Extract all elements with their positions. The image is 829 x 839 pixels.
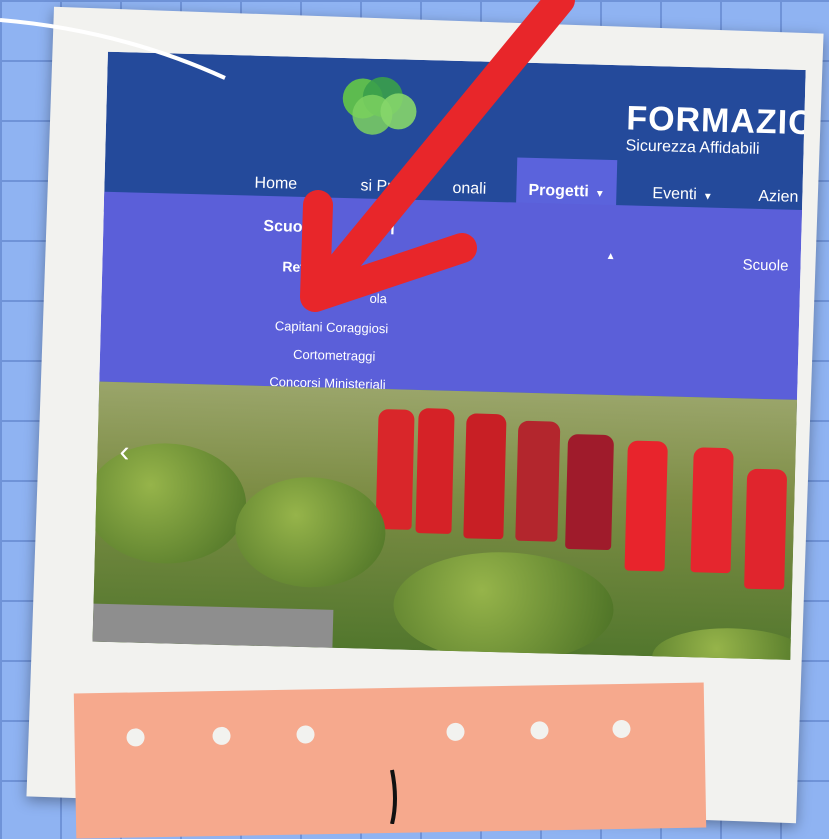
dropdown-link-capitani-coraggiosi[interactable]: Capitani Coraggiosi — [275, 318, 389, 336]
dropdown-subheading-rete: Rete — [282, 258, 313, 276]
tape-hole — [296, 725, 315, 744]
path-strip — [92, 603, 334, 648]
caret-up-icon: ▲ — [605, 250, 616, 263]
dropdown-link-cortometraggi[interactable]: Cortometraggi — [293, 347, 376, 364]
tape-hole — [530, 721, 549, 740]
tape-hole — [212, 726, 231, 746]
dropdown-link-part2[interactable]: ola — [369, 291, 387, 306]
person-red-shirt — [415, 408, 455, 534]
brand-tagline: Sicurezza Affidabili — [625, 137, 760, 158]
website-screenshot: FORMAZIC Sicurezza Affidabili Home si Pr… — [92, 51, 806, 660]
tape-hole — [446, 722, 465, 742]
tape-hole — [612, 719, 631, 739]
nav-eventi-label: Eventi — [652, 185, 698, 204]
dropdown-link-part1[interactable]: Ca — [301, 289, 318, 304]
brand-title: FORMAZIC — [625, 99, 806, 143]
person-red-vest — [515, 420, 561, 542]
person-red-shirt — [375, 408, 415, 530]
dropdown-heading-scuole: Scuole i — [263, 218, 395, 239]
caret-down-icon: ▼ — [702, 191, 713, 203]
person-red-hoodie — [565, 433, 615, 551]
person-red-shirt — [744, 468, 788, 590]
person-red-shirt — [463, 413, 507, 540]
nav-progetti-label: Progetti — [528, 181, 590, 201]
tape-hole — [126, 728, 145, 747]
dropdown-heading-right[interactable]: Scuole — [742, 256, 788, 274]
hero-photo: ‹ — [92, 381, 806, 660]
logo-icon[interactable] — [338, 74, 422, 138]
caret-down-icon: ▼ — [594, 188, 605, 200]
chevron-left-icon[interactable]: ‹ — [119, 435, 130, 468]
paper-tape — [73, 682, 707, 839]
person-red-shirt — [690, 447, 734, 574]
dropdown-heading-part2: i — [390, 221, 395, 239]
dropdown-heading-part1: Scuole — [263, 217, 317, 237]
person-red-shirt — [624, 440, 668, 572]
